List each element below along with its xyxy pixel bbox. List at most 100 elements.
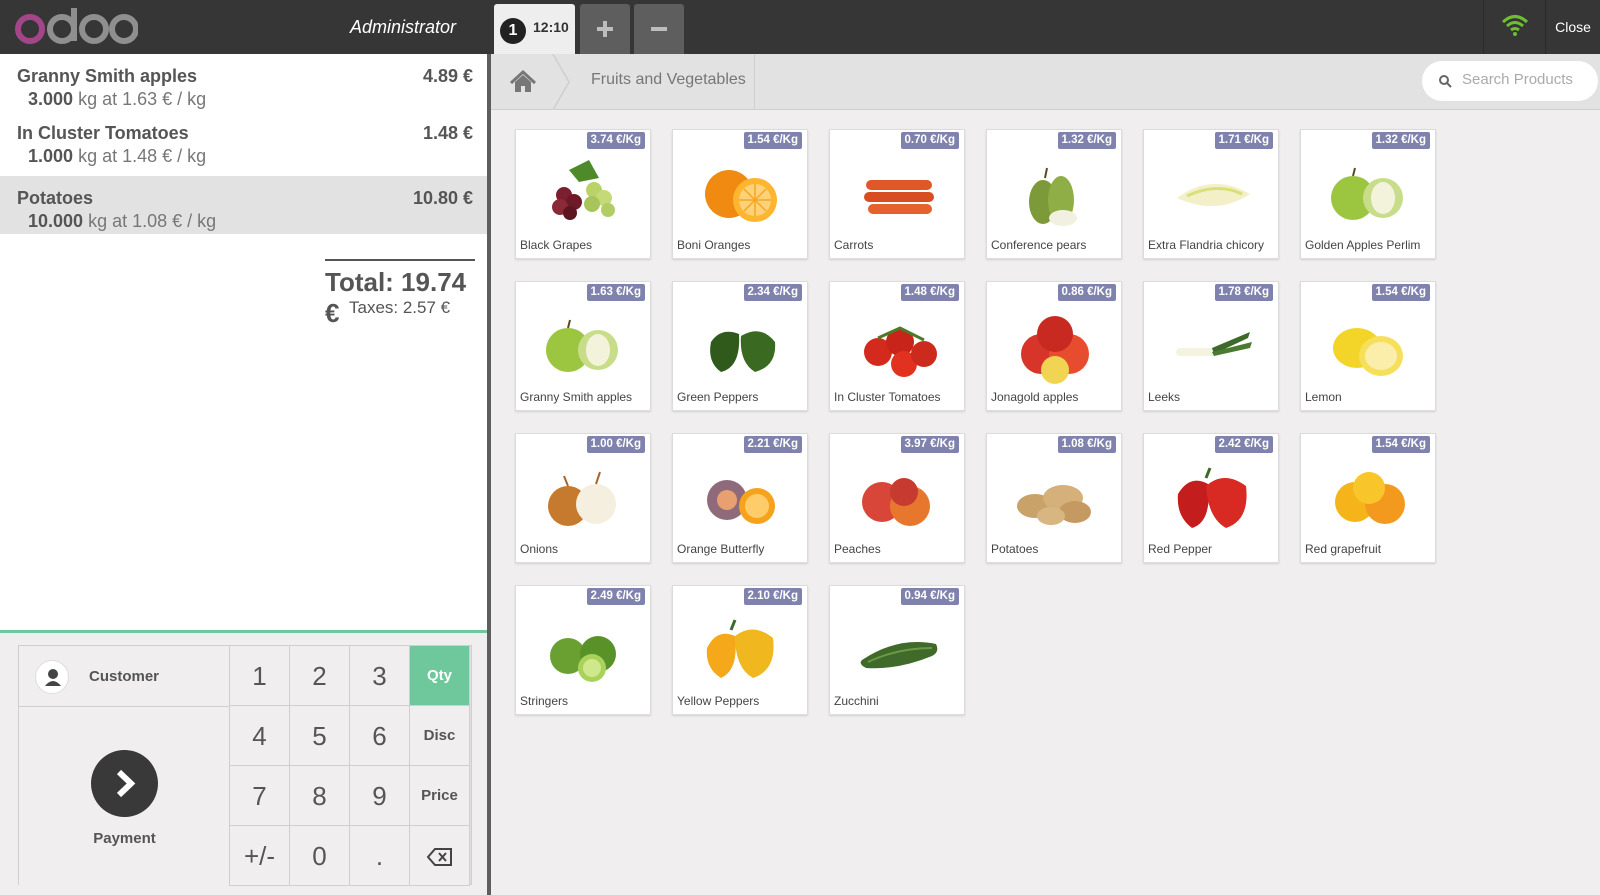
product-price-tag: 2.34 €/Kg xyxy=(743,284,802,301)
product-name: In Cluster Tomatoes xyxy=(834,390,941,404)
product-name: Black Grapes xyxy=(520,238,593,252)
search-input[interactable] xyxy=(1462,71,1588,88)
product-card[interactable]: 1.54 €/Kg Boni Oranges xyxy=(672,129,808,259)
product-card[interactable]: 1.78 €/Kg Leeks xyxy=(1143,281,1279,411)
product-price-tag: 1.54 €/Kg xyxy=(743,132,802,149)
product-price-tag: 2.10 €/Kg xyxy=(743,588,802,605)
product-card[interactable]: 2.42 €/Kg Red Pepper xyxy=(1143,433,1279,563)
order-tab[interactable]: 1 12:10 xyxy=(494,4,575,54)
product-price-tag: 1.78 €/Kg xyxy=(1214,284,1273,301)
product-name: Red Pepper xyxy=(1148,542,1213,556)
product-name: Peaches xyxy=(834,542,881,556)
zucchini-icon xyxy=(860,642,938,669)
numpad-key-plus-minus[interactable]: +/- xyxy=(230,826,290,886)
mode-disc-button[interactable]: Disc xyxy=(410,706,470,766)
backspace-button[interactable] xyxy=(410,826,470,886)
product-card[interactable]: 1.32 €/Kg Conference pears xyxy=(986,129,1122,259)
total-divider xyxy=(325,259,475,261)
numpad-key-8[interactable]: 8 xyxy=(290,766,350,826)
plus-icon xyxy=(597,21,613,37)
product-price-tag: 1.54 €/Kg xyxy=(1371,284,1430,301)
product-card[interactable]: 2.34 €/Kg Green Peppers xyxy=(672,281,808,411)
order-line-selected[interactable]: Potatoes 10.80 € 10.000 kg at 1.08 € / k… xyxy=(0,176,487,234)
breadcrumb: Fruits and Vegetables xyxy=(491,54,1600,110)
customer-label: Customer xyxy=(89,668,160,685)
order-line-detail: kg at 1.48 € / kg xyxy=(78,146,207,166)
search-box[interactable] xyxy=(1422,61,1598,101)
product-card[interactable]: 1.48 €/Kg In Cluster Tomatoes xyxy=(829,281,965,411)
numpad-key-4[interactable]: 4 xyxy=(230,706,290,766)
orange-icon xyxy=(705,170,777,222)
home-button[interactable] xyxy=(491,54,556,110)
product-price-tag: 2.42 €/Kg xyxy=(1214,436,1273,453)
product-card[interactable]: 0.70 €/Kg Carrots xyxy=(829,129,965,259)
wifi-icon xyxy=(1501,15,1529,36)
control-pad: Customer Payment 1 2 3 Qty 4 5 6 Disc 7 … xyxy=(0,630,487,895)
odoo-logo xyxy=(15,8,138,44)
product-card[interactable]: 3.97 €/Kg Peaches xyxy=(829,433,965,563)
product-card[interactable]: 2.10 €/Kg Yellow Peppers xyxy=(672,585,808,715)
customer-button[interactable]: Customer xyxy=(19,646,230,707)
delete-order-button[interactable] xyxy=(634,4,684,54)
numpad-key-6[interactable]: 6 xyxy=(350,706,410,766)
product-card[interactable]: 1.32 €/Kg Golden Apples Perlim xyxy=(1300,129,1436,259)
connection-status[interactable] xyxy=(1483,0,1545,54)
product-price-tag: 2.21 €/Kg xyxy=(743,436,802,453)
product-price-tag: 3.74 €/Kg xyxy=(586,132,645,149)
numpad-key-0[interactable]: 0 xyxy=(290,826,350,886)
product-price-tag: 1.32 €/Kg xyxy=(1057,132,1116,149)
product-price-tag: 0.70 €/Kg xyxy=(900,132,959,149)
breadcrumb-separator-icon xyxy=(552,54,570,110)
order-line-name: In Cluster Tomatoes xyxy=(17,123,189,143)
product-name: Orange Butterfly xyxy=(677,542,765,556)
product-card[interactable]: 1.63 €/Kg Granny Smith apples xyxy=(515,281,651,411)
order-line-price: 4.89 € xyxy=(422,66,473,86)
lemon-icon xyxy=(1333,328,1403,376)
product-price-tag: 1.54 €/Kg xyxy=(1371,436,1430,453)
user-name[interactable]: Administrator xyxy=(350,17,456,38)
order-time: 12:10 xyxy=(533,19,569,35)
payment-button[interactable]: Payment xyxy=(19,707,230,886)
close-button[interactable]: Close xyxy=(1545,0,1600,54)
product-name: Boni Oranges xyxy=(677,238,751,252)
order-taxes: Taxes: 2.57 € xyxy=(349,298,451,317)
mode-price-button[interactable]: Price xyxy=(410,766,470,826)
order-line-price: 1.48 € xyxy=(422,123,473,143)
product-card[interactable]: 1.00 €/Kg Onions xyxy=(515,433,651,563)
minus-icon xyxy=(651,27,667,31)
mode-qty-button[interactable]: Qty xyxy=(410,646,470,706)
product-card[interactable]: 1.54 €/Kg Lemon xyxy=(1300,281,1436,411)
product-card[interactable]: 2.49 €/Kg Stringers xyxy=(515,585,651,715)
chevron-right-icon xyxy=(91,750,158,817)
chicory-icon xyxy=(1177,183,1250,207)
numpad-key-5[interactable]: 5 xyxy=(290,706,350,766)
numpad-key-9[interactable]: 9 xyxy=(350,766,410,826)
breadcrumb-category[interactable]: Fruits and Vegetables xyxy=(591,71,746,89)
breadcrumb-divider xyxy=(754,54,755,110)
numpad-key-3[interactable]: 3 xyxy=(350,646,410,706)
order-line-detail: kg at 1.08 € / kg xyxy=(88,211,217,231)
top-bar: Administrator 1 12:10 Close xyxy=(0,0,1600,54)
tomato-icon xyxy=(864,326,937,377)
product-price-tag: 1.08 €/Kg xyxy=(1057,436,1116,453)
product-card[interactable]: 3.74 €/Kg Black Grapes xyxy=(515,129,651,259)
numpad-key-7[interactable]: 7 xyxy=(230,766,290,826)
product-name: Red grapefruit xyxy=(1305,542,1382,556)
numpad-key-decimal[interactable]: . xyxy=(350,826,410,886)
new-order-button[interactable] xyxy=(580,4,630,54)
order-line-name: Potatoes xyxy=(17,188,94,208)
grapefruit-icon xyxy=(1335,472,1405,524)
product-price-tag: 0.94 €/Kg xyxy=(900,588,959,605)
numpad-key-1[interactable]: 1 xyxy=(230,646,290,706)
product-card[interactable]: 2.21 €/Kg Orange Butterfly xyxy=(672,433,808,563)
numpad-key-2[interactable]: 2 xyxy=(290,646,350,706)
peach-icon xyxy=(862,478,930,526)
product-card[interactable]: 1.71 €/Kg Extra Flandria chicory xyxy=(1143,129,1279,259)
order-line-name: Granny Smith apples xyxy=(17,66,198,86)
product-card[interactable]: 1.08 €/Kg Potatoes xyxy=(986,433,1122,563)
order-line[interactable]: Granny Smith apples 4.89 € 3.000 kg at 1… xyxy=(0,54,487,112)
order-line[interactable]: In Cluster Tomatoes 1.48 € 1.000 kg at 1… xyxy=(0,111,487,169)
product-card[interactable]: 1.54 €/Kg Red grapefruit xyxy=(1300,433,1436,563)
product-card[interactable]: 0.94 €/Kg Zucchini xyxy=(829,585,965,715)
product-card[interactable]: 0.86 €/Kg Jonagold apples xyxy=(986,281,1122,411)
